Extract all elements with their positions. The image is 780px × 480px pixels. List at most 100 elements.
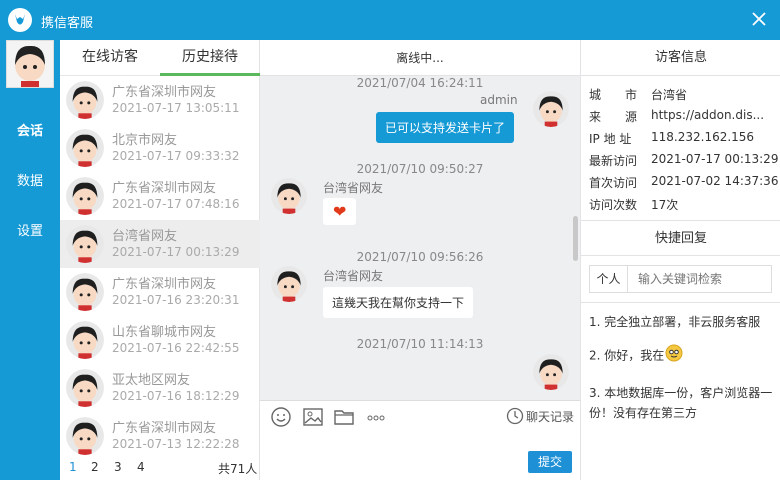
quick-reply-item[interactable]: 1. 完全独立部署，非云服务客服 [589,312,774,332]
visitor-name: 山东省聊城市网友 [112,325,217,340]
chat-status: 离线中... [260,40,580,76]
visitor-avatar [66,129,104,167]
close-icon[interactable] [748,8,770,30]
info-value: 118.232.162.156 [651,130,755,144]
quick-reply-title: 快捷回复 [581,220,780,256]
message-timestamp: 2021/07/10 09:50:27 [356,162,484,176]
info-value: 2021-07-17 00:13:29 [651,152,779,166]
chat-panel: 离线中... 2021/07/04 16:24:11 admin 已可以支持发送… [260,40,580,480]
info-row: 最新访问 2021-07-17 00:13:29 [589,152,779,174]
pagination: 1 2 3 4 共71人 [60,456,260,480]
smile-emoji-icon [665,344,683,368]
visitor-list-item[interactable]: 亚太地区网友 2021-07-16 18:12:29 [60,364,260,412]
visitor-avatar [66,177,104,215]
chat-scrollbar[interactable] [573,216,578,261]
clock-icon [506,407,524,428]
admin-avatar [533,91,569,127]
page-1[interactable]: 1 [69,460,77,474]
visitor-avatar [271,178,307,214]
visitor-total: 共71人 [218,462,258,476]
visitor-time: 2021-07-17 07:48:16 [112,197,240,211]
visitor-name: 广东省深圳市网友 [112,277,217,292]
message-timestamp: 2021/07/10 11:14:13 [356,337,484,351]
visitor-info-title: 访客信息 [581,40,780,76]
quick-reply-search-input[interactable] [638,270,768,288]
info-key: 来 源 [589,110,638,124]
folder-icon[interactable] [333,406,355,428]
visitor-time: 2021-07-16 22:42:55 [112,341,240,355]
info-value: 17次 [651,198,679,212]
page-4[interactable]: 4 [137,460,145,474]
customer-service-window: 携信客服 会话 数据 设置 在线访客 历史接待 广东省深圳市网友 2021-07-… [0,0,780,480]
chat-toolbar: 聊天记录 [260,400,580,432]
visitor-avatar [66,369,104,407]
message-bubble-out: 已可以支持发送卡片了 [376,112,515,143]
info-row: 访问次数 17次 [589,196,779,218]
info-row: 首次访问 2021-07-02 14:37:36 [589,174,779,196]
page-3[interactable]: 3 [114,460,122,474]
visitor-panel: 在线访客 历史接待 广东省深圳市网友 2021-07-17 13:05:11 北京市… [60,40,260,480]
visitor-name: 北京市网友 [112,133,178,148]
tab-online-visitors[interactable]: 在线访客 [60,40,160,76]
visitor-avatar [66,81,104,119]
info-value: 2021-07-02 14:37:36 [651,174,779,188]
submit-button[interactable]: 提交 [528,451,572,473]
visitor-name: 广东省深圳市网友 [112,181,217,196]
info-row: 城 市台湾省 [589,86,779,108]
chat-history-button[interactable]: 聊天记录 [506,407,574,428]
visitor-list-item[interactable]: 北京市网友 2021-07-17 09:33:32 [60,124,260,172]
quick-reply-item[interactable]: 3. 本地数据库一份，客户浏览器一份！没有存在第三方 [589,383,774,423]
info-row: 来 源 https://addon.dis... [589,108,779,130]
visitor-time: 2021-07-17 00:13:29 [112,245,240,259]
message-area[interactable]: 2021/07/04 16:24:11 admin 已可以支持发送卡片了 202… [260,76,580,400]
nav-item-chat[interactable]: 会话 [0,120,60,139]
quick-reply-item[interactable]: 2. 你好，我在 [589,344,774,368]
visitor-list-item[interactable]: 山东省聊城市网友 2021-07-16 22:42:55 [60,316,260,364]
message-sender: 台湾省网友 [323,269,384,283]
page-2[interactable]: 2 [91,460,99,474]
search-scope-label[interactable]: 个人 [590,266,628,292]
heart-emoji-message: ❤ [323,198,357,225]
visitor-list-item[interactable]: 广东省深圳市网友 2021-07-17 13:05:11 [60,76,260,124]
visitor-time: 2021-07-13 12:22:28 [112,437,240,451]
message-bubble-in: 這幾天我在幫你支持一下 [323,287,474,318]
more-icon[interactable] [365,406,387,428]
visitor-list-item[interactable]: 广东省深圳市网友 2021-07-16 23:20:31 [60,268,260,316]
info-value: 台湾省 [651,88,688,102]
visitor-tabs: 在线访客 历史接待 [60,40,260,76]
visitor-list-item[interactable]: 广东省深圳市网友 2021-07-17 07:48:16 [60,172,260,220]
message-sender: 台湾省网友 [323,181,384,195]
message-timestamp: 2021/07/04 16:24:11 [356,76,484,90]
quick-reply-search: 个人 [589,265,772,293]
visitor-time: 2021-07-17 09:33:32 [112,149,240,163]
admin-avatar [533,354,569,390]
title-bar: 携信客服 [0,0,780,40]
chat-history-label: 聊天记录 [525,410,574,424]
visitor-list-item[interactable]: 广东省深圳市网友 2021-07-13 12:22:28 [60,412,260,460]
image-icon[interactable] [302,406,324,428]
visitor-name: 台湾省网友 [112,229,178,244]
left-nav: 会话 数据 设置 [0,40,60,480]
agent-avatar[interactable] [6,40,54,88]
visitor-time: 2021-07-16 23:20:31 [112,293,240,307]
message-timestamp: 2021/07/10 09:56:26 [356,250,484,264]
visitor-info-panel: 访客信息 城 市台湾省来 源 https://addon.dis... IP 地 址… [580,40,780,480]
info-key: 访问次数 [589,198,638,212]
nav-item-settings[interactable]: 设置 [0,220,60,239]
message-sender: admin [480,93,518,107]
info-key: 城 市 [589,88,638,102]
info-row: IP 地 址 118.232.162.156 [589,130,779,152]
info-key: 首次访问 [589,176,638,190]
visitor-time: 2021-07-17 13:05:11 [112,101,240,115]
emoji-icon[interactable] [270,406,292,428]
info-value: https://addon.dis... [651,108,765,122]
visitor-avatar [271,266,307,302]
info-key: 最新访问 [589,154,638,168]
visitor-name: 亚太地区网友 [112,373,191,388]
visitor-avatar [66,417,104,455]
tab-history[interactable]: 历史接待 [160,40,260,76]
visitor-list-item[interactable]: 台湾省网友 2021-07-17 00:13:29 [60,220,260,268]
visitor-time: 2021-07-16 18:12:29 [112,389,240,403]
app-title: 携信客服 [41,16,94,31]
nav-item-data[interactable]: 数据 [0,170,60,189]
